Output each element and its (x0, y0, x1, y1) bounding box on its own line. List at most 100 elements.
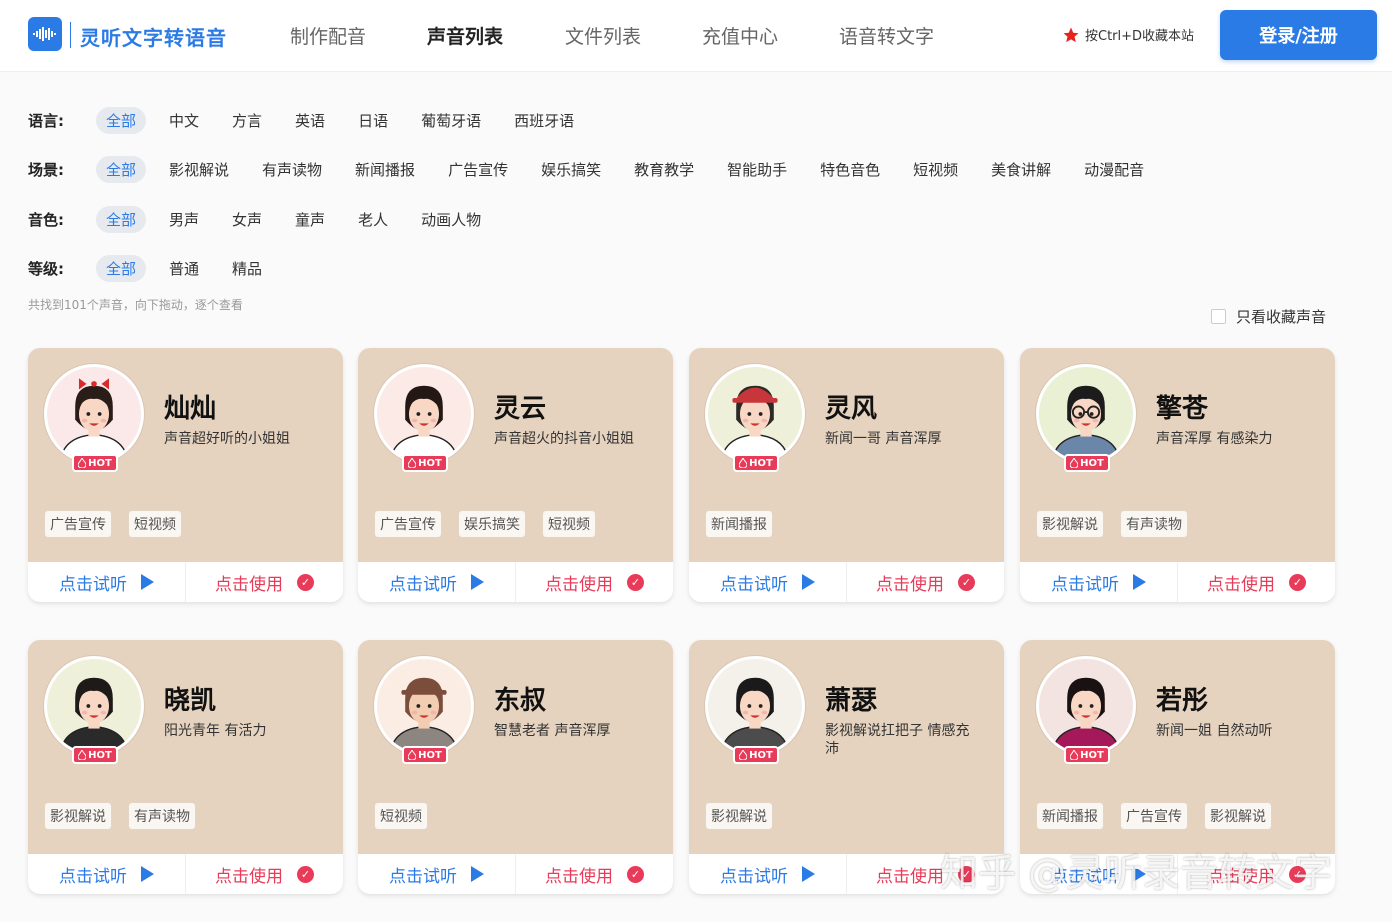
filter-chip[interactable]: 有声读物 (252, 156, 332, 183)
voice-card[interactable]: HOT 若彤 新闻一姐 自然动听 新闻播报 广告宣传 影视解说 点击试听 点击使用 … (1020, 640, 1335, 894)
check-circle-icon: ✓ (1289, 865, 1306, 883)
logo-icon[interactable] (28, 17, 62, 51)
listen-button[interactable]: 点击试听 (689, 854, 847, 894)
filter-chip[interactable]: 葡萄牙语 (411, 107, 491, 134)
listen-button[interactable]: 点击试听 (1020, 562, 1178, 602)
listen-button[interactable]: 点击试听 (689, 562, 847, 602)
flame-icon (408, 750, 417, 760)
use-label: 点击使用 (876, 866, 944, 887)
filter-chip[interactable]: 全部 (96, 205, 147, 233)
filter-chip[interactable]: 普通 (159, 255, 209, 282)
voice-card[interactable]: HOT 灵云 声音超火的抖音小姐姐 广告宣传 娱乐搞笑 短视频 点击试听 点击使用 … (358, 348, 673, 602)
use-voice-button[interactable]: 点击使用 ✓ (1178, 562, 1335, 602)
play-icon (1133, 866, 1146, 882)
filter-chip[interactable]: 美食讲解 (981, 156, 1061, 183)
listen-label: 点击试听 (1051, 574, 1119, 595)
voice-tag: 新闻播报 (705, 510, 773, 538)
use-voice-button[interactable]: 点击使用 ✓ (186, 854, 343, 894)
filter-chip[interactable]: 教育教学 (624, 156, 704, 183)
nav-voice-list[interactable]: 声音列表 (427, 22, 503, 49)
use-voice-button[interactable]: 点击使用 ✓ (847, 854, 1004, 894)
voice-avatar (1036, 656, 1136, 756)
filter-chip[interactable]: 广告宣传 (438, 156, 518, 183)
voice-avatar (374, 656, 474, 756)
filter-chip[interactable]: 特色音色 (810, 156, 890, 183)
voice-name: 萧瑟 (825, 686, 878, 716)
voice-card[interactable]: HOT 晓凯 阳光青年 有活力 影视解说 有声读物 点击试听 点击使用 ✓ (28, 640, 343, 894)
play-icon (471, 866, 484, 882)
filter-chip[interactable]: 影视解说 (159, 156, 239, 183)
filter-chip[interactable]: 智能助手 (717, 156, 797, 183)
flame-icon (78, 458, 87, 468)
listen-button[interactable]: 点击试听 (358, 562, 516, 602)
voice-description: 新闻一哥 声音浑厚 (825, 431, 942, 447)
listen-label: 点击试听 (720, 574, 788, 595)
use-voice-button[interactable]: 点击使用 ✓ (186, 562, 343, 602)
hot-badge-text: HOT (88, 749, 112, 761)
nav-make-dubbing[interactable]: 制作配音 (290, 22, 366, 49)
bookmark-hint[interactable]: 按Ctrl+D收藏本站 (1062, 25, 1194, 44)
filter-chip[interactable]: 中文 (159, 107, 209, 134)
voice-card[interactable]: HOT 灵风 新闻一哥 声音浑厚 新闻播报 点击试听 点击使用 ✓ (689, 348, 1004, 602)
filter-chip[interactable]: 英语 (285, 107, 335, 134)
play-icon (1133, 574, 1146, 590)
filter-chip[interactable]: 全部 (96, 254, 147, 282)
voice-avatar (1036, 364, 1136, 464)
hot-badge: HOT (1064, 454, 1110, 472)
use-voice-button[interactable]: 点击使用 ✓ (516, 562, 673, 602)
filter-chip[interactable]: 西班牙语 (504, 107, 584, 134)
voice-tag: 广告宣传 (44, 510, 112, 538)
filter-chip[interactable]: 全部 (96, 106, 147, 134)
hot-badge-text: HOT (1080, 749, 1104, 761)
hot-badge-text: HOT (418, 457, 442, 469)
filter-chip[interactable]: 短视频 (903, 156, 968, 183)
logo-text[interactable]: 灵听文字转语音 (80, 22, 227, 51)
listen-button[interactable]: 点击试听 (1020, 854, 1178, 894)
filter-chip[interactable]: 童声 (285, 206, 335, 233)
play-icon (802, 574, 815, 590)
filter-chip[interactable]: 日语 (348, 107, 398, 134)
nav-speech-to-text[interactable]: 语音转文字 (839, 22, 934, 49)
filter-chip[interactable]: 老人 (348, 206, 398, 233)
nav-recharge[interactable]: 充值中心 (702, 22, 778, 49)
filter-grade: 等级: 全部 普通 精品 (28, 254, 285, 282)
listen-button[interactable]: 点击试听 (28, 562, 186, 602)
favorites-only-toggle[interactable]: 只看收藏声音 (1211, 306, 1326, 327)
filter-chip[interactable]: 女声 (222, 206, 272, 233)
use-voice-button[interactable]: 点击使用 ✓ (847, 562, 1004, 602)
filter-label: 场景: (28, 160, 64, 179)
filter-chip[interactable]: 全部 (96, 155, 147, 183)
hot-badge: HOT (72, 746, 118, 764)
flame-icon (1070, 750, 1079, 760)
filter-chip[interactable]: 动漫配音 (1074, 156, 1154, 183)
use-voice-button[interactable]: 点击使用 ✓ (1178, 854, 1335, 894)
hot-badge-text: HOT (749, 749, 773, 761)
filter-chip[interactable]: 精品 (222, 255, 272, 282)
filter-chip[interactable]: 男声 (159, 206, 209, 233)
voice-tag: 有声读物 (1120, 510, 1188, 538)
logo-divider (70, 22, 71, 48)
favorites-only-checkbox[interactable] (1211, 309, 1226, 324)
filter-language: 语言: 全部 中文 方言 英语 日语 葡萄牙语 西班牙语 (28, 106, 597, 134)
hot-badge-text: HOT (749, 457, 773, 469)
listen-button[interactable]: 点击试听 (358, 854, 516, 894)
use-voice-button[interactable]: 点击使用 ✓ (516, 854, 673, 894)
login-register-button[interactable]: 登录/注册 (1220, 10, 1377, 60)
check-circle-icon: ✓ (297, 573, 314, 591)
listen-label: 点击试听 (59, 574, 127, 595)
use-label: 点击使用 (215, 574, 283, 595)
filter-chip[interactable]: 娱乐搞笑 (531, 156, 611, 183)
filter-chip[interactable]: 新闻播报 (345, 156, 425, 183)
voice-name: 东叔 (494, 686, 547, 716)
voice-card[interactable]: HOT 萧瑟 影视解说扛把子 情感充沛 影视解说 点击试听 点击使用 ✓ (689, 640, 1004, 894)
voice-card[interactable]: HOT 灿灿 声音超好听的小姐姐 广告宣传 短视频 点击试听 点击使用 ✓ (28, 348, 343, 602)
filter-chip[interactable]: 方言 (222, 107, 272, 134)
voice-card[interactable]: HOT 擎苍 声音浑厚 有感染力 影视解说 有声读物 点击试听 点击使用 ✓ (1020, 348, 1335, 602)
filter-chip[interactable]: 动画人物 (411, 206, 491, 233)
voice-card[interactable]: HOT 东叔 智慧老者 声音浑厚 短视频 点击试听 点击使用 ✓ (358, 640, 673, 894)
check-circle-icon: ✓ (958, 865, 975, 883)
listen-button[interactable]: 点击试听 (28, 854, 186, 894)
hot-badge: HOT (733, 454, 779, 472)
nav-file-list[interactable]: 文件列表 (565, 22, 641, 49)
hot-badge: HOT (733, 746, 779, 764)
